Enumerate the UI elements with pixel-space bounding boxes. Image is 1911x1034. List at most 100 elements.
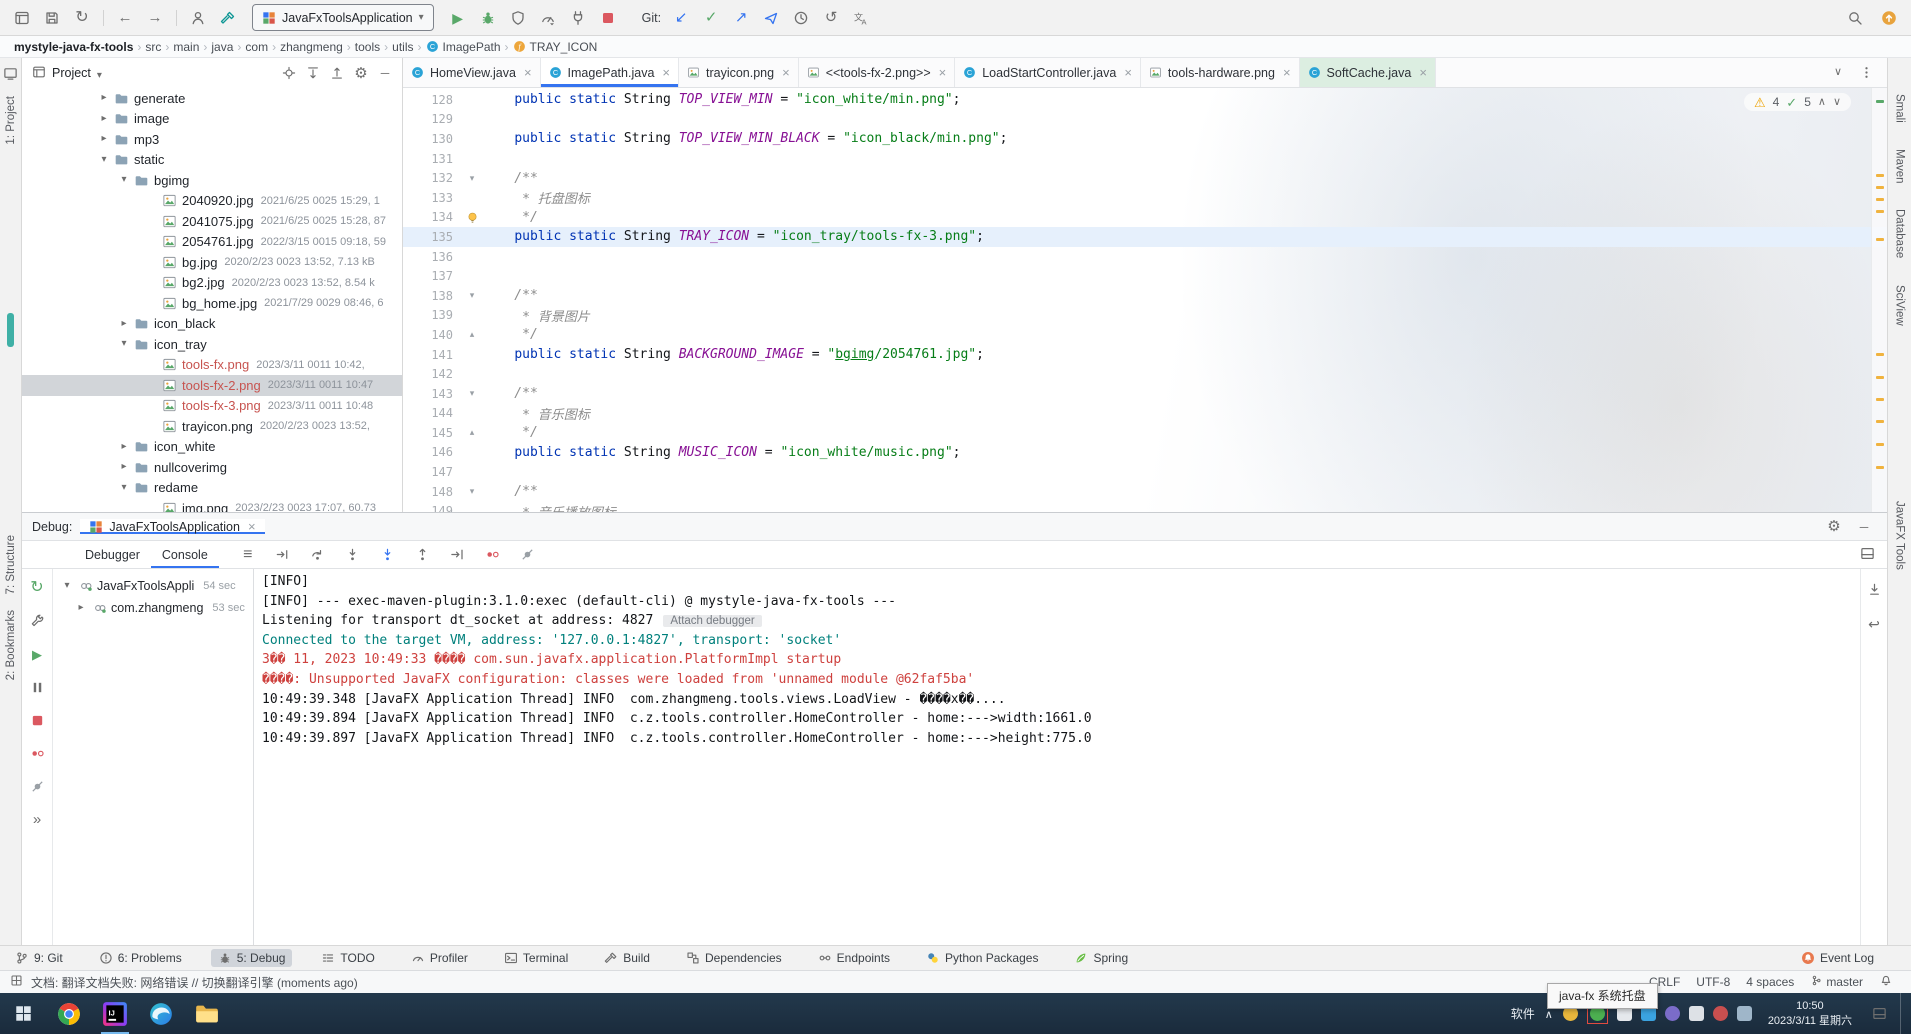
tree-item[interactable]: img.png2023/2/23 0023 17:07, 60.73 [22, 498, 402, 512]
tool-stripe-item-maven[interactable]: Maven [1894, 149, 1906, 184]
chevron-right-icon[interactable]: ▸ [96, 134, 112, 144]
mute-breakpoints-button[interactable] [26, 775, 48, 797]
more-button[interactable]: » [26, 808, 48, 830]
step-over-button[interactable] [307, 544, 329, 566]
tool-window-tab-build[interactable]: Build [597, 949, 657, 967]
close-icon[interactable]: × [248, 519, 256, 534]
indent-widget[interactable]: 4 spaces [1746, 975, 1794, 989]
run-configuration-select[interactable]: JavaFxToolsApplication▾ [252, 4, 434, 31]
save-button[interactable] [38, 5, 66, 31]
stripe-mark[interactable] [1876, 443, 1884, 446]
run-to-cursor-button[interactable] [447, 544, 469, 566]
tree-item[interactable]: ▸image [22, 109, 402, 130]
tree-item[interactable]: ▸icon_white [22, 437, 402, 458]
debug-view-tab-debugger[interactable]: Debugger [74, 541, 151, 568]
run-button[interactable]: ▶ [444, 5, 472, 31]
code-editor[interactable]: 128 public static String TOP_VIEW_MIN = … [403, 88, 1887, 512]
sync-button[interactable]: ↻ [68, 5, 96, 31]
tree-item[interactable]: bg2.jpg2020/2/23 0023 13:52, 8.54 k [22, 273, 402, 294]
chevron-right-icon[interactable]: ▸ [96, 114, 112, 124]
step-out-button[interactable] [412, 544, 434, 566]
breadcrumb-item[interactable]: mystyle-java-fx-tools [12, 40, 135, 54]
translate-button[interactable]: 文A [847, 5, 875, 31]
tree-item[interactable]: ▾icon_tray [22, 334, 402, 355]
breadcrumb-item[interactable]: java [209, 40, 235, 54]
debug-session-tab[interactable]: JavaFxToolsApplication× [80, 519, 264, 534]
tree-item[interactable]: ▸nullcoverimg [22, 457, 402, 478]
debug-view-tab-console[interactable]: Console [151, 541, 219, 568]
stripe-mark[interactable] [1876, 198, 1884, 201]
fold-marker-icon[interactable]: ▾ [461, 173, 483, 184]
taskbar-clock[interactable]: 10:50 2023/3/11 星期六 [1768, 999, 1852, 1029]
locate-button[interactable] [278, 62, 300, 84]
forward-button[interactable]: → [141, 5, 169, 31]
debug-button[interactable] [474, 5, 502, 31]
expand-all-button[interactable] [302, 62, 324, 84]
chevron-down-sm-button[interactable]: ∨ [1827, 62, 1849, 84]
taskbar-app-edge[interactable] [138, 993, 184, 1034]
stripe-mark[interactable] [1876, 420, 1884, 423]
taskbar-app-chrome[interactable] [46, 993, 92, 1034]
tool-window-tab-endpoints[interactable]: Endpoints [811, 949, 897, 967]
stripe-mark[interactable] [1876, 238, 1884, 241]
list-button[interactable]: ≡ [237, 544, 259, 566]
back-button[interactable]: ← [111, 5, 139, 31]
inspections-widget[interactable]: ⚠4✓5∧∨ [1744, 93, 1851, 111]
git-branch-widget[interactable]: master [1810, 974, 1863, 990]
more-vert-button[interactable] [1855, 62, 1877, 84]
update-button[interactable]: ↙ [667, 5, 695, 31]
editor-tab[interactable]: trayicon.png× [679, 58, 799, 87]
tool-window-tab-event-log[interactable]: Event Log [1794, 949, 1881, 967]
view-breakpoints-button[interactable] [482, 544, 504, 566]
tool-stripe-item-structure[interactable]: 7: Structure [5, 535, 17, 594]
close-icon[interactable]: × [1419, 65, 1427, 80]
commit-button[interactable]: ✓ [697, 5, 725, 31]
chevron-right-icon[interactable]: ▸ [116, 462, 132, 472]
breadcrumb-item[interactable]: fTRAY_ICON [511, 40, 600, 54]
tree-item[interactable]: 2054761.jpg2022/3/15 0015 09:18, 59 [22, 232, 402, 253]
tool-window-tab-profiler[interactable]: Profiler [404, 949, 475, 967]
tree-item[interactable]: ▸generate [22, 88, 402, 109]
start-button[interactable] [0, 1005, 46, 1022]
window-button[interactable] [8, 5, 36, 31]
tool-window-tab-9-git[interactable]: 9: Git [8, 949, 70, 967]
notification-center-button[interactable] [1868, 1003, 1890, 1025]
tool-window-tab-terminal[interactable]: Terminal [497, 949, 575, 967]
close-icon[interactable]: × [782, 65, 790, 80]
step-into-button[interactable] [342, 544, 364, 566]
tray-icon-5[interactable] [1665, 1006, 1680, 1021]
tree-item[interactable]: ▸icon_black [22, 314, 402, 335]
close-icon[interactable]: × [524, 65, 532, 80]
chevron-down-icon[interactable]: ▾ [116, 483, 132, 493]
resume-button[interactable]: ▶ [26, 643, 48, 665]
editor-tab[interactable]: CHomeView.java× [403, 58, 541, 87]
breadcrumb-item[interactable]: main [171, 40, 201, 54]
hide-button[interactable]: ─ [1853, 516, 1875, 538]
tree-item[interactable]: bg.jpg2020/2/23 0023 13:52, 7.13 kB [22, 252, 402, 273]
chevron-right-icon[interactable]: ▸ [96, 93, 112, 103]
stripe-mark[interactable] [1876, 376, 1884, 379]
fold-marker-icon[interactable]: ▾ [461, 388, 483, 399]
rollback-button[interactable]: ↺ [817, 5, 845, 31]
tree-item[interactable]: 2041075.jpg2021/6/25 0025 15:28, 87 [22, 211, 402, 232]
wrench-button[interactable] [26, 610, 48, 632]
tray-label[interactable]: 软件 [1511, 1005, 1535, 1022]
fold-marker-icon[interactable]: ▴ [461, 427, 483, 438]
intention-bulb-icon[interactable] [461, 211, 483, 224]
stripe-mark[interactable] [1876, 186, 1884, 189]
chevron-right-icon[interactable]: ▸ [116, 319, 132, 329]
stripe-mark[interactable] [1876, 100, 1884, 103]
debug-console[interactable]: [INFO][INFO] --- exec-maven-plugin:3.1.0… [254, 569, 1860, 945]
tool-window-tab-dependencies[interactable]: Dependencies [679, 949, 789, 967]
tool-stripe-badge[interactable] [7, 313, 14, 347]
fold-marker-icon[interactable]: ▾ [461, 290, 483, 301]
tool-window-tab-python-packages[interactable]: Python Packages [919, 949, 1045, 967]
scroll-end-button[interactable] [1863, 578, 1885, 600]
tool-stripe-item-javafx-tools[interactable]: JavaFX Tools [1894, 501, 1906, 570]
search-button[interactable] [1841, 5, 1869, 31]
breadcrumb-item[interactable]: utils [390, 40, 415, 54]
fold-marker-icon[interactable]: ▾ [461, 486, 483, 497]
tool-stripe-item-bookmarks[interactable]: 2: Bookmarks [5, 610, 17, 680]
tray-icon-7[interactable] [1713, 1006, 1728, 1021]
tree-item[interactable]: 2040920.jpg2021/6/25 0025 15:29, 1 [22, 191, 402, 212]
